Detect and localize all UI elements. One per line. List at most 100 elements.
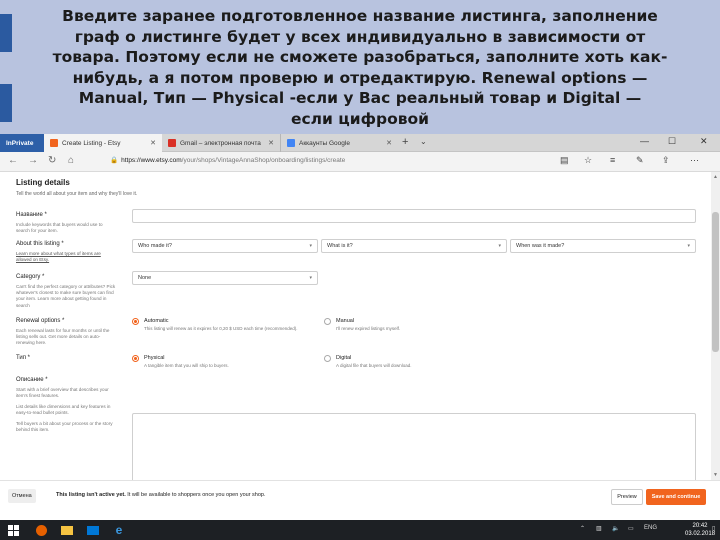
slide-caption: Введите заранее подготовленное название … <box>0 0 720 134</box>
who-made-value: Who made it? <box>138 243 172 249</box>
home-icon[interactable]: ⌂ <box>68 155 74 166</box>
caption-line: товара. Поэтому если не сможете разобрат… <box>52 48 668 66</box>
renewal-automatic-label: Automatic <box>144 318 169 324</box>
notice-bold: This listing isn't active yet. <box>56 492 126 498</box>
description-textarea[interactable] <box>132 413 696 480</box>
caption-text: Введите заранее подготовленное название … <box>40 6 680 129</box>
edge-icon[interactable]: e <box>112 523 126 537</box>
system-clock[interactable]: 20:42 03.02.2018 <box>685 522 715 538</box>
about-help-link[interactable]: Learn more about what types of items are… <box>16 251 101 262</box>
tab-label: Gmail – электронная почта <box>180 139 261 147</box>
favorite-star-icon[interactable]: ☆ <box>584 155 592 166</box>
description-help: Start with a brief overview that describ… <box>16 387 109 399</box>
inactive-notice: This listing isn't active yet. It will b… <box>56 492 266 498</box>
inprivate-label: InPrivate <box>6 139 34 147</box>
category-help: Can't find the perfect category or attri… <box>16 284 116 308</box>
firefox-icon[interactable] <box>34 523 48 537</box>
minimize-icon[interactable]: — <box>640 136 649 146</box>
when-made-select[interactable]: When was it made? ▾ <box>510 239 696 253</box>
mail-icon[interactable] <box>86 523 100 537</box>
url-host: https://www.etsy.com <box>121 157 182 164</box>
category-label: Category * <box>16 274 45 280</box>
scrollbar-thumb[interactable] <box>712 212 719 352</box>
type-physical-radio[interactable] <box>132 355 139 362</box>
notice-text: It will be available to shoppers once yo… <box>125 492 266 498</box>
decorative-bar <box>0 84 12 122</box>
scroll-down-icon[interactable]: ▼ <box>713 472 718 478</box>
chevron-down-icon: ▾ <box>687 243 690 249</box>
forward-icon[interactable]: → <box>28 155 38 166</box>
chevron-down-icon: ▾ <box>309 243 312 249</box>
maximize-icon[interactable]: ☐ <box>668 136 676 147</box>
close-tab-icon[interactable]: ✕ <box>386 139 392 147</box>
what-is-it-value: What is it? <box>327 243 353 249</box>
description-label: Описание * <box>16 377 48 383</box>
caption-line: если цифровой <box>290 109 430 128</box>
tray-chevron-icon[interactable]: ⌃ <box>580 525 585 532</box>
page-title: Listing details <box>16 178 70 187</box>
tab-bar: InPrivate Create Listing - Etsy ✕ Gmail … <box>0 134 720 152</box>
title-help: Include keywords that buyers would use t… <box>16 222 103 234</box>
title-input[interactable] <box>132 209 696 223</box>
who-made-select[interactable]: Who made it? ▾ <box>132 239 318 253</box>
close-window-icon[interactable]: ✕ <box>700 136 708 147</box>
page-content: Listing details Tell the world all about… <box>0 172 720 480</box>
save-and-continue-button[interactable]: Save and continue <box>646 489 706 505</box>
category-value: None <box>138 275 152 281</box>
windows-start-icon[interactable] <box>6 523 20 537</box>
share-icon[interactable]: ⇪ <box>662 155 670 166</box>
preview-button[interactable]: Preview <box>611 489 643 505</box>
inprivate-badge: InPrivate <box>0 134 44 152</box>
notifications-icon[interactable]: ▯ <box>712 525 715 532</box>
reading-view-icon[interactable]: ▤ <box>560 155 569 166</box>
type-digital-radio[interactable] <box>324 355 331 362</box>
renewal-help: Each renewal lasts for four months or un… <box>16 328 110 346</box>
notes-icon[interactable]: ✎ <box>636 155 644 166</box>
decorative-bar <box>0 14 12 52</box>
cancel-button[interactable]: Отмена <box>8 489 36 503</box>
about-help: Learn more about what types of items are… <box>16 251 116 263</box>
back-icon[interactable]: ← <box>8 155 18 166</box>
about-label: About this listing * <box>16 241 64 247</box>
tab-gmail[interactable]: Gmail – электронная почта ✕ <box>162 134 280 152</box>
hub-icon[interactable]: ≡ <box>610 155 615 165</box>
type-physical-label: Physical <box>144 355 165 361</box>
what-is-it-select[interactable]: What is it? ▾ <box>321 239 507 253</box>
taskbar: e ⌃ ▥ 🔈 ▭ ENG 20:42 03.02.2018 ▯ <box>0 520 720 540</box>
language-indicator[interactable]: ENG <box>644 525 657 531</box>
new-tab-icon[interactable]: + <box>402 136 408 148</box>
more-icon[interactable]: ⋯ <box>690 155 699 166</box>
tab-list-icon[interactable]: ⌄ <box>420 137 427 146</box>
file-explorer-icon[interactable] <box>60 523 74 537</box>
type-physical-desc: A tangible item that you will ship to bu… <box>144 363 229 368</box>
renewal-manual-desc: I'll renew expired listings myself. <box>336 326 401 331</box>
renewal-manual-label: Manual <box>336 318 355 324</box>
close-tab-icon[interactable]: ✕ <box>150 139 156 147</box>
type-digital-desc: A digital file that buyers will download… <box>336 363 412 368</box>
network-icon[interactable]: ▥ <box>596 525 602 532</box>
google-favicon-icon <box>287 139 295 147</box>
type-label: Тип * <box>16 355 31 361</box>
title-label: Название * <box>16 212 47 218</box>
description-help: List details like dimensions and key fea… <box>16 404 111 416</box>
battery-icon[interactable]: ▭ <box>628 525 634 532</box>
clock-date: 03.02.2018 <box>685 531 716 537</box>
url-path: /your/shops/VintageAnnaShop/onboarding/l… <box>181 157 346 164</box>
tab-create-listing[interactable]: Create Listing - Etsy ✕ <box>44 134 162 152</box>
address-bar: ← → ↻ ⌂ 🔒 https://www.etsy.com/your/shops… <box>0 152 720 172</box>
scroll-up-icon[interactable]: ▲ <box>713 174 718 180</box>
close-tab-icon[interactable]: ✕ <box>268 139 274 147</box>
caption-line: граф о листинге будет у всех индивидуаль… <box>74 27 646 46</box>
chevron-down-icon: ▾ <box>309 275 312 281</box>
renewal-label: Renewal options * <box>16 318 65 324</box>
renewal-manual-radio[interactable] <box>324 318 331 325</box>
tab-google-accounts[interactable]: Аккаунты Google ✕ <box>280 134 398 152</box>
caption-line: Введите заранее подготовленное название … <box>62 7 658 25</box>
url-field[interactable]: 🔒 https://www.etsy.com/your/shops/Vintage… <box>110 156 345 164</box>
volume-icon[interactable]: 🔈 <box>612 525 619 532</box>
refresh-icon[interactable]: ↻ <box>48 155 56 166</box>
browser-window: InPrivate Create Listing - Etsy ✕ Gmail … <box>0 134 720 520</box>
category-select[interactable]: None ▾ <box>132 271 318 285</box>
renewal-automatic-radio[interactable] <box>132 318 139 325</box>
scrollbar[interactable]: ▲ ▼ <box>711 172 720 480</box>
